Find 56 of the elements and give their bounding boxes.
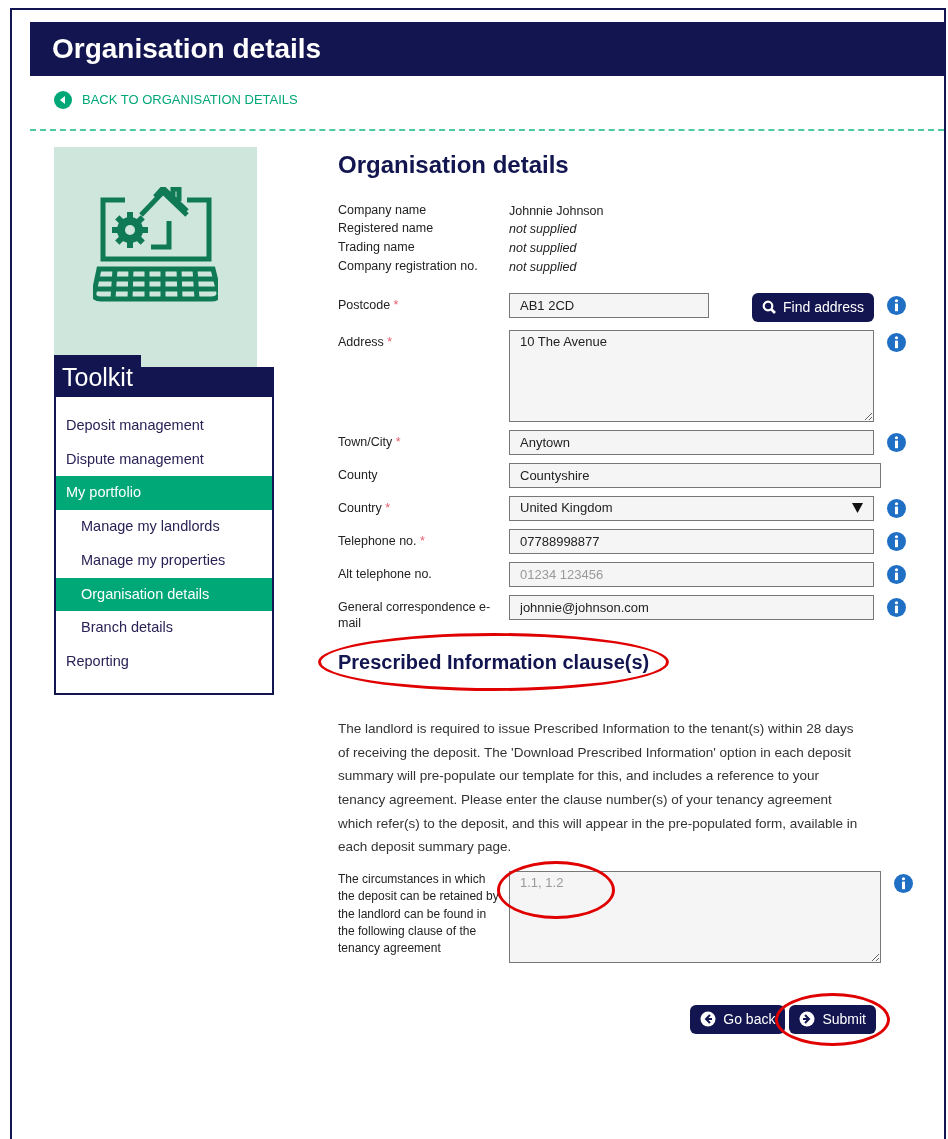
back-icon (54, 90, 72, 109)
dropdown-arrow-icon (852, 503, 863, 514)
field-label: Postcode * (338, 296, 400, 313)
country-dropdown[interactable]: United Kingdom (509, 495, 874, 521)
field-label: Telephone no. * (338, 532, 426, 549)
input-field[interactable]: johnnie@johnson.com (509, 594, 874, 620)
field-label: Country * (338, 499, 392, 516)
info-icon[interactable] (887, 498, 906, 518)
section-heading: Organisation details (338, 150, 570, 180)
info-icon[interactable] (887, 332, 906, 352)
submit-button[interactable]: Submit (789, 1004, 876, 1034)
input-field[interactable]: 07788998877 (509, 528, 874, 554)
back-button[interactable]: Go back (690, 1004, 786, 1034)
sidebar-item[interactable]: Manage my landlords (56, 510, 272, 544)
field-label: General correspondence e-mail (338, 598, 492, 632)
address-field[interactable]: 10 The Avenue (509, 329, 874, 422)
laptop-house-gear-icon (93, 186, 218, 302)
field-label: Company registration no. (338, 257, 479, 275)
field-label: The circumstances in which the deposit can be retained by the landlord can be found in the following clause of the tenancy agreement (338, 870, 500, 958)
field-value: Johnnie Johnson (509, 202, 604, 220)
field-label: County (338, 466, 379, 483)
info-icon[interactable] (887, 432, 906, 452)
required-mark: * (387, 334, 393, 349)
required-mark: * (393, 297, 399, 312)
field-label: Registered name (338, 220, 435, 238)
field-value: not supplied (509, 258, 577, 276)
required-mark: * (420, 533, 425, 548)
required-mark: * (385, 500, 391, 515)
field-value: not supplied (509, 240, 577, 258)
field-label: Address * (338, 333, 394, 350)
sidebar-item[interactable]: Deposit management (56, 408, 272, 443)
info-icon[interactable] (887, 531, 906, 551)
clause-field[interactable]: 1.1, 1.2 (509, 870, 881, 963)
field-value: not supplied (509, 221, 577, 239)
required-mark: * (395, 434, 401, 449)
info-icon[interactable] (894, 873, 913, 893)
field-label: Company name (338, 201, 428, 219)
description-text: The landlord is required to issue Prescribed Information to the tenant(s) within 28 days of receiving the deposit. The 'Download Prescribed Information' option in each deposit summary will pre-populate our template for this, and includes a reference to your tenancy agreement. Please enter the clause number(s) of your tenancy agreement which refer(s) to the deposit, and this will appear in the pre-populated form, available in each deposit summary page. (338, 720, 858, 857)
info-icon[interactable] (887, 295, 906, 315)
input-field[interactable]: 01234 123456 (509, 561, 874, 587)
input-field[interactable]: Anytown (509, 429, 874, 455)
sidebar-item[interactable]: Branch details (56, 611, 272, 645)
search-icon (762, 300, 777, 315)
sidebar-item[interactable]: Dispute management (56, 442, 272, 477)
info-icon[interactable] (887, 597, 906, 617)
field-label: Trading name (338, 239, 416, 257)
input-field[interactable]: Countyshire (509, 462, 881, 488)
sidebar-item[interactable]: Reporting (56, 645, 272, 679)
field-label: Alt telephone no. (338, 565, 433, 582)
info-icon[interactable] (887, 564, 906, 584)
input-field[interactable]: AB1 2CD (509, 292, 709, 318)
field-label: Town/City * (338, 433, 402, 450)
page-title: Organisation details (30, 22, 944, 76)
find-address-button[interactable]: Find address (752, 292, 874, 322)
sidebar-item[interactable]: Manage my properties (56, 543, 272, 578)
section-heading: Prescribed Information clause(s) (338, 647, 650, 678)
